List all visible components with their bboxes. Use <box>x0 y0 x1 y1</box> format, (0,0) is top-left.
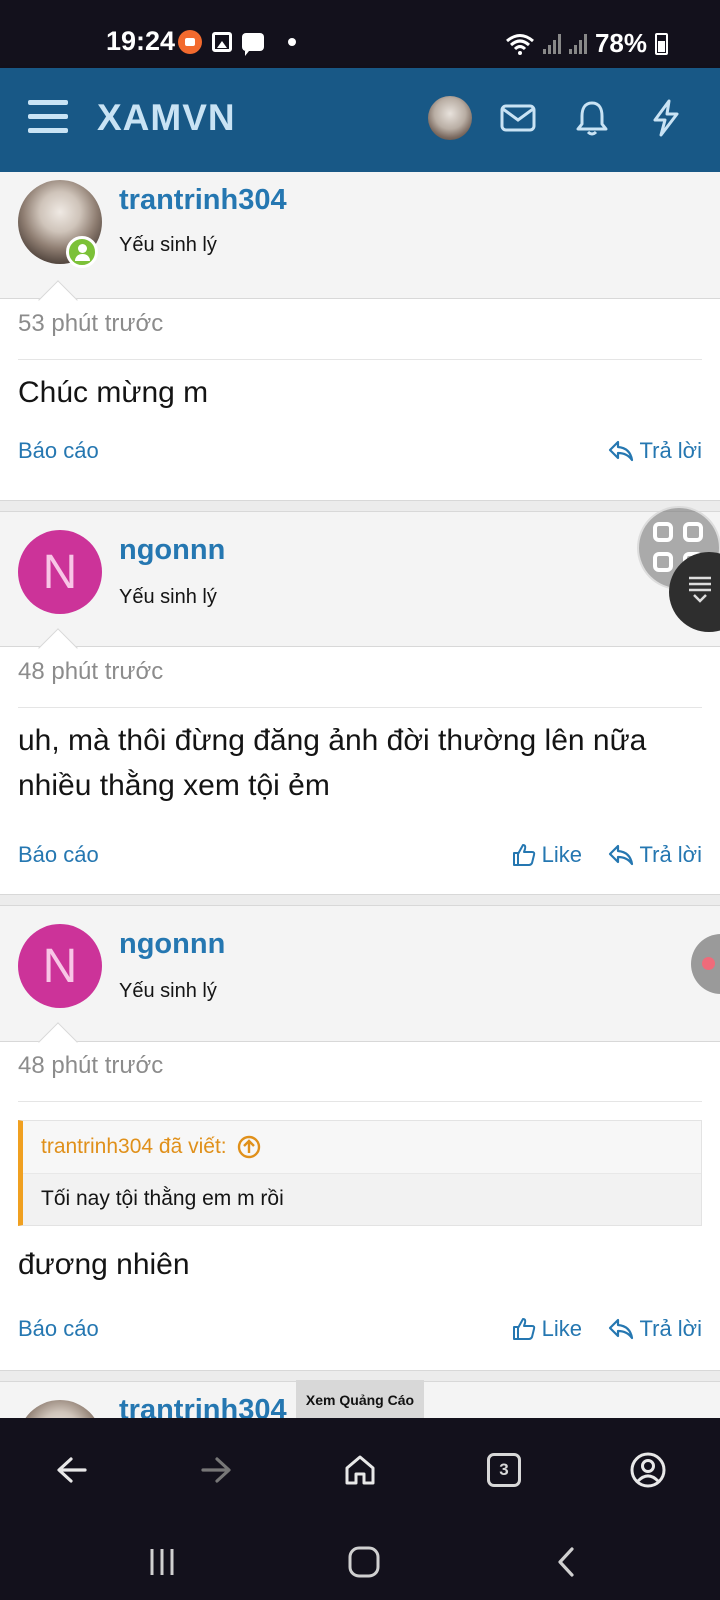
reply-icon <box>608 440 633 462</box>
screen-recorder-icon <box>178 30 202 54</box>
reply-button[interactable]: Trả lời <box>608 1316 703 1342</box>
message-icon <box>242 33 264 56</box>
arrow-right-icon <box>201 1457 231 1483</box>
post-separator <box>0 894 720 906</box>
bolt-icon[interactable] <box>646 98 686 138</box>
mail-icon[interactable] <box>498 98 538 138</box>
reply-label: Trả lời <box>639 438 703 463</box>
username[interactable]: ngonnn <box>119 534 225 567</box>
watch-ad-button[interactable]: Xem Quảng Cáo <box>296 1380 424 1420</box>
recent-apps-button[interactable] <box>138 1542 186 1582</box>
post-content: Chúc mừng m <box>18 376 209 409</box>
menu-icon[interactable] <box>28 100 68 136</box>
battery-icon <box>655 32 668 55</box>
battery-percent: 78% <box>594 28 647 58</box>
system-nav-bar <box>0 1522 720 1600</box>
arrow-up-circle-icon <box>237 1135 260 1159</box>
tab-count: 3 <box>487 1453 521 1487</box>
more-notifications-icon <box>288 38 296 46</box>
user-title: Yếu sinh lý <box>119 586 217 608</box>
home-icon <box>345 1455 375 1485</box>
reply-icon <box>608 1318 633 1340</box>
quote-author: trantrinh304 đã viết: <box>41 1135 227 1158</box>
signal-2-icon <box>568 33 587 54</box>
site-header: XAMVN <box>0 68 720 172</box>
tabs-button[interactable]: 3 <box>480 1446 528 1494</box>
user-title: Yếu sinh lý <box>119 234 217 256</box>
browser-toolbar: 3 <box>0 1418 720 1522</box>
reply-icon <box>608 844 633 866</box>
post-time[interactable]: 48 phút trước <box>18 658 702 708</box>
avatar[interactable]: N <box>18 530 102 614</box>
home-button[interactable] <box>336 1446 384 1494</box>
like-button[interactable]: Like <box>512 1316 582 1342</box>
post-user-header: N ngonnn Yếu sinh lý <box>0 906 720 1042</box>
username[interactable]: ngonnn <box>119 928 225 961</box>
online-status-icon <box>66 236 98 268</box>
bell-icon[interactable] <box>572 98 612 138</box>
quote-author-link[interactable]: trantrinh304 đã viết: <box>41 1135 261 1159</box>
post-content: uh, mà thôi đừng đăng ảnh đời thường lên… <box>18 724 647 802</box>
post-user-header: trantrinh304 Yếu sinh lý <box>0 172 720 299</box>
status-time: 19:24 <box>106 26 176 56</box>
account-avatar[interactable] <box>428 96 472 140</box>
chevron-left-icon <box>558 1547 574 1577</box>
post-separator <box>0 500 720 512</box>
signal-icon <box>542 33 561 54</box>
site-logo[interactable]: XAMVN <box>97 97 236 139</box>
username[interactable]: trantrinh304 <box>119 1394 287 1418</box>
like-label: Like <box>541 842 582 867</box>
reply-label: Trả lời <box>639 842 703 867</box>
post-user-header: N ngonnn Yếu sinh lý <box>0 512 720 647</box>
report-link[interactable]: Báo cáo <box>18 438 99 464</box>
report-link[interactable]: Báo cáo <box>18 1316 99 1342</box>
reply-button[interactable]: Trả lời <box>608 842 703 868</box>
report-link[interactable]: Báo cáo <box>18 842 99 868</box>
back-button[interactable] <box>48 1446 96 1494</box>
home-nav-button[interactable] <box>340 1542 388 1582</box>
profile-button[interactable] <box>624 1446 672 1494</box>
post-time[interactable]: 48 phút trước <box>18 1052 702 1102</box>
avatar[interactable]: N <box>18 924 102 1008</box>
post-content: đương nhiên <box>18 1248 190 1281</box>
menu-lines-icon <box>689 576 711 603</box>
recents-icon <box>150 1549 174 1575</box>
reply-button[interactable]: Trả lời <box>608 438 703 464</box>
gallery-icon <box>212 32 232 52</box>
home-square-icon <box>348 1546 380 1578</box>
forward-button[interactable] <box>192 1446 240 1494</box>
post-time[interactable]: 53 phút trước <box>18 310 702 360</box>
back-nav-button[interactable] <box>542 1542 590 1582</box>
like-button[interactable]: Like <box>512 842 582 868</box>
username[interactable]: trantrinh304 <box>119 184 287 217</box>
arrow-left-icon <box>57 1457 87 1483</box>
user-circle-icon <box>630 1452 666 1488</box>
quote-text: Tối nay tội thằng em m rồi <box>23 1173 701 1225</box>
thumbs-up-icon <box>512 1318 535 1340</box>
user-title: Yếu sinh lý <box>119 980 217 1002</box>
status-bar: 19:24 78% <box>0 0 720 68</box>
quote-block: trantrinh304 đã viết: Tối nay tội thằng … <box>18 1120 702 1226</box>
reply-label: Trả lời <box>639 1316 703 1341</box>
like-label: Like <box>541 1316 582 1341</box>
wifi-icon <box>505 33 534 55</box>
avatar[interactable] <box>18 1400 102 1418</box>
thumbs-up-icon <box>512 844 535 866</box>
